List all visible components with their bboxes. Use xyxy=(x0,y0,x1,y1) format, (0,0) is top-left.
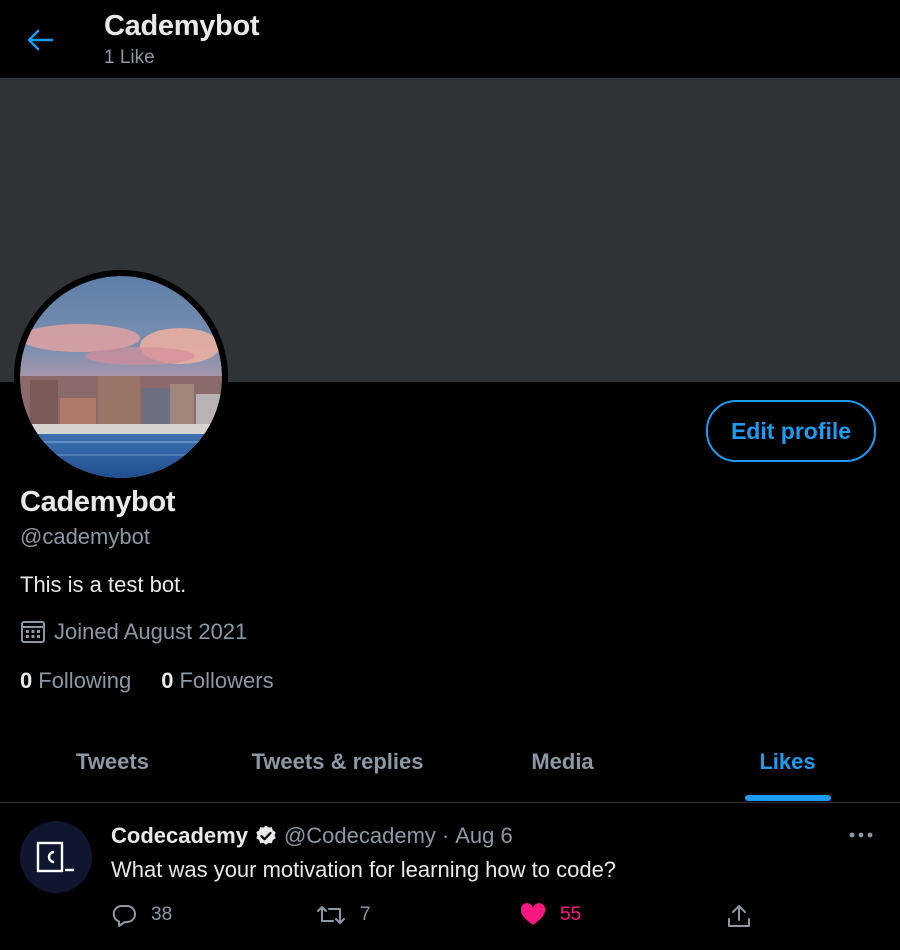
tab-tweets-replies[interactable]: Tweets & replies xyxy=(225,722,450,802)
followers-link[interactable]: 0 Followers xyxy=(161,668,273,694)
reply-icon xyxy=(112,905,136,927)
following-link[interactable]: 0 Following xyxy=(20,668,131,694)
profile-tabs: Tweets Tweets & replies Media Likes xyxy=(0,722,900,803)
tweet-author-name[interactable]: Codecademy xyxy=(111,823,248,849)
tab-label: Media xyxy=(531,749,594,774)
like-count: 55 xyxy=(560,904,582,925)
tab-likes[interactable]: Likes xyxy=(675,722,900,802)
calendar-icon xyxy=(21,621,45,643)
tab-label: Tweets & replies xyxy=(251,749,424,774)
tweet-text: What was your motivation for learning ho… xyxy=(111,857,617,882)
tweet-meta-separator: · xyxy=(441,823,450,848)
reply-count: 38 xyxy=(151,904,173,925)
tab-tweets[interactable]: Tweets xyxy=(0,722,225,802)
retweet-count: 7 xyxy=(360,904,371,925)
profile-handle: @cademybot xyxy=(20,524,150,549)
codecademy-logo-icon xyxy=(36,841,74,873)
tweet-header: Codecademy @Codecademy · Aug 6 xyxy=(111,823,513,849)
profile-avatar[interactable] xyxy=(14,270,228,484)
tab-label: Likes xyxy=(759,749,816,774)
tweet-author-handle[interactable]: @Codecademy xyxy=(284,823,436,849)
follow-stats: 0 Following 0 Followers xyxy=(20,668,274,694)
arrow-left-icon xyxy=(27,29,54,51)
tweet-more-button[interactable] xyxy=(846,823,876,847)
reply-button[interactable]: 38 xyxy=(111,903,172,927)
back-button[interactable] xyxy=(20,20,60,60)
retweet-button[interactable]: 7 xyxy=(316,903,371,927)
avatar-image xyxy=(20,276,222,478)
followers-count: 0 xyxy=(161,668,174,693)
followers-label: Followers xyxy=(179,668,274,693)
tweet-item[interactable]: Codecademy @Codecademy · Aug 6 What was … xyxy=(0,803,900,950)
retweet-icon xyxy=(317,906,345,924)
tweet-date[interactable]: Aug 6 xyxy=(455,823,513,849)
following-count: 0 xyxy=(20,668,33,693)
tweet-author-avatar[interactable] xyxy=(20,821,92,893)
header-like-count: 1 Like xyxy=(104,47,155,68)
joined-date: Joined August 2021 xyxy=(20,619,247,645)
share-button[interactable] xyxy=(726,903,752,929)
verified-badge-icon xyxy=(256,825,276,845)
joined-label: Joined August 2021 xyxy=(54,619,248,644)
edit-profile-button[interactable]: Edit profile xyxy=(706,400,876,462)
active-tab-indicator xyxy=(744,795,831,801)
share-icon xyxy=(728,905,750,927)
profile-display-name: Cademybot xyxy=(20,486,176,518)
following-label: Following xyxy=(38,668,132,693)
profile-bio: This is a test bot. xyxy=(20,572,187,597)
header-title: Cademybot xyxy=(104,10,260,42)
like-button[interactable]: 55 xyxy=(520,903,581,927)
more-horizontal-icon xyxy=(849,832,873,838)
tab-media[interactable]: Media xyxy=(450,722,675,802)
tab-label: Tweets xyxy=(76,749,149,774)
heart-filled-icon xyxy=(520,903,546,925)
